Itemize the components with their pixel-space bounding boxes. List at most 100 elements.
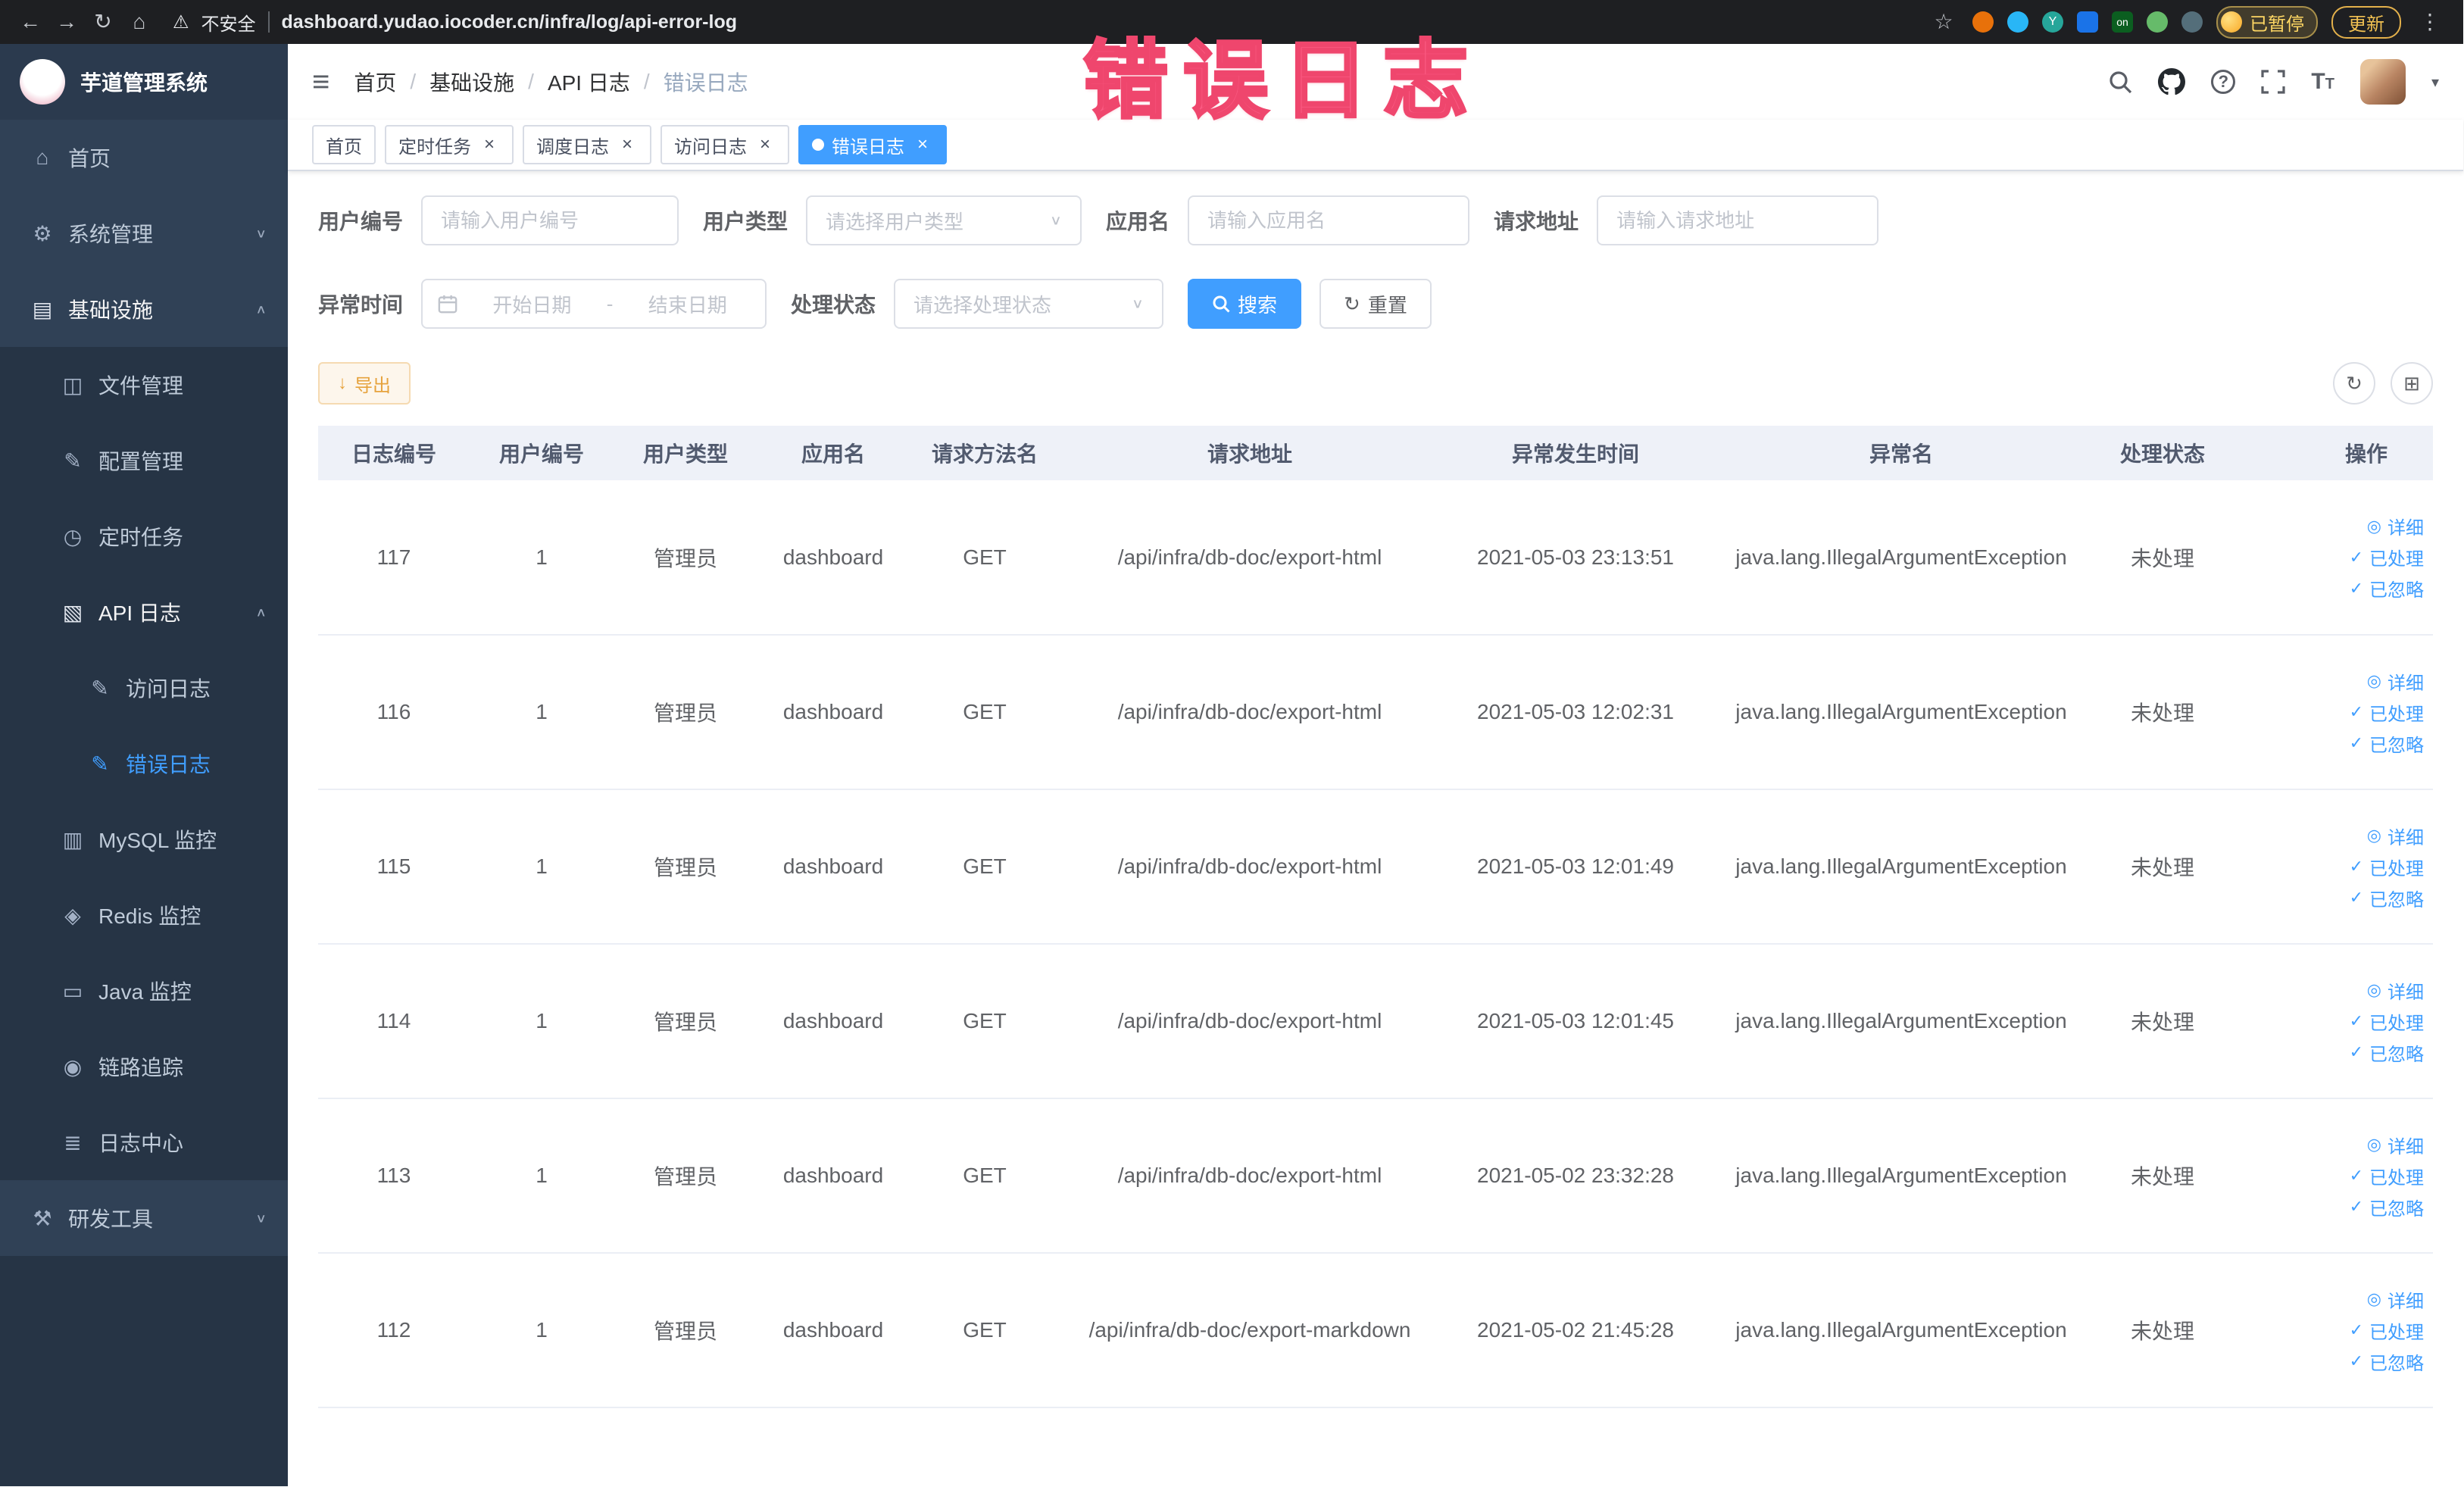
column-header: 日志编号 xyxy=(318,426,470,480)
mark-processed-link[interactable]: ✓ 已处理 xyxy=(2350,699,2424,726)
sidebar-item-log-center[interactable]: ≣ 日志中心 xyxy=(0,1104,288,1180)
mark-processed-link[interactable]: ✓ 已处理 xyxy=(2350,544,2424,570)
detail-link[interactable]: ◎ 详细 xyxy=(2367,513,2424,539)
view-tab[interactable]: 定时任务 × xyxy=(385,125,514,164)
sidebar-item-system-management[interactable]: ⚙ 系统管理 ∨ xyxy=(0,195,288,271)
detail-link[interactable]: ◎ 详细 xyxy=(2367,668,2424,695)
mark-processed-link[interactable]: ✓ 已处理 xyxy=(2350,1317,2424,1344)
browser-home-icon[interactable]: ⌂ xyxy=(124,0,155,44)
cell-time: 2021-05-02 21:45:28 xyxy=(1439,1253,1712,1408)
column-settings-button[interactable]: ⊞ xyxy=(2391,362,2433,405)
breadcrumb-item[interactable]: API 日志 xyxy=(548,67,630,97)
extension-on-badge[interactable]: on xyxy=(2112,11,2133,33)
bookmark-star-icon[interactable]: ☆ xyxy=(1928,0,1959,44)
profile-paused-badge[interactable]: 已暂停 xyxy=(2216,5,2318,39)
sidebar-item-error-log[interactable]: ✎ 错误日志 xyxy=(0,726,288,801)
app-name-input[interactable] xyxy=(1207,208,1451,233)
mark-ignored-link[interactable]: ✓ 已忽略 xyxy=(2350,1194,2424,1220)
user-menu-caret-icon[interactable]: ▾ xyxy=(2431,73,2439,92)
close-icon[interactable]: × xyxy=(617,134,638,155)
user-id-input[interactable] xyxy=(441,208,660,233)
user-type-select[interactable]: 请选择用户类型 ∨ xyxy=(806,195,1082,245)
github-icon[interactable] xyxy=(2158,68,2186,95)
end-date-input[interactable]: 结束日期 xyxy=(625,290,750,318)
detail-link[interactable]: ◎ 详细 xyxy=(2367,1286,2424,1313)
refresh-button[interactable]: ↻ xyxy=(2333,362,2375,405)
sidebar-item-label: 错误日志 xyxy=(126,753,211,776)
sidebar-item-redis-monitor[interactable]: ◈ Redis 监控 xyxy=(0,877,288,953)
detail-link[interactable]: ◎ 详细 xyxy=(2367,1132,2424,1158)
extension-icon[interactable] xyxy=(1972,11,1994,33)
view-tab[interactable]: 调度日志 × xyxy=(523,125,651,164)
back-icon[interactable]: ← xyxy=(15,0,45,44)
extension-icon[interactable] xyxy=(2147,11,2168,33)
mark-ignored-link[interactable]: ✓ 已忽略 xyxy=(2350,575,2424,601)
user-avatar[interactable] xyxy=(2359,59,2406,105)
browser-update-button[interactable]: 更新 xyxy=(2331,5,2401,39)
access-log-icon: ✎ xyxy=(91,676,109,700)
close-icon[interactable]: × xyxy=(479,134,500,155)
sidebar-item-api-logs[interactable]: ▧ API 日志 ∧ xyxy=(0,574,288,650)
security-warning-icon[interactable]: ⚠ xyxy=(173,11,189,33)
search-icon[interactable] xyxy=(2108,70,2132,94)
mark-processed-link[interactable]: ✓ 已处理 xyxy=(2350,854,2424,880)
extension-icon[interactable] xyxy=(2007,11,2028,33)
mark-processed-link[interactable]: ✓ 已处理 xyxy=(2350,1163,2424,1189)
reload-icon[interactable]: ↻ xyxy=(88,0,118,44)
mark-ignored-link[interactable]: ✓ 已忽略 xyxy=(2350,730,2424,757)
breadcrumb-item[interactable]: 基础设施 xyxy=(429,67,514,97)
action-label: 已忽略 xyxy=(2369,1198,2424,1220)
mysql-icon: ▥ xyxy=(62,827,83,851)
view-tab[interactable]: 错误日志 × xyxy=(798,125,947,164)
request-url-input[interactable] xyxy=(1616,208,1860,233)
sidebar-item-scheduled-jobs[interactable]: ◷ 定时任务 xyxy=(0,498,288,574)
sidebar-item-config-management[interactable]: ✎ 配置管理 xyxy=(0,423,288,498)
address-bar[interactable]: ⚠ 不安全 dashboard.yudao.iocoder.cn/infra/l… xyxy=(161,9,1922,36)
view-tab-label: 首页 xyxy=(326,136,362,158)
sidebar-item-label: 系统管理 xyxy=(68,223,154,246)
mark-processed-link[interactable]: ✓ 已处理 xyxy=(2350,1008,2424,1035)
check-icon: ✓ xyxy=(2349,702,2363,721)
breadcrumb-item[interactable]: 首页 xyxy=(354,67,396,97)
font-size-icon[interactable]: TT xyxy=(2311,69,2334,95)
export-button[interactable]: ↓ 导出 xyxy=(318,362,411,405)
search-button[interactable]: 搜索 xyxy=(1188,279,1302,329)
hamburger-icon[interactable]: ≡ xyxy=(312,65,329,99)
sidebar-item-infrastructure[interactable]: ▤ 基础设施 ∧ xyxy=(0,271,288,347)
view-tab[interactable]: 访问日志 × xyxy=(661,125,789,164)
reset-button[interactable]: ↻ 重置 xyxy=(1319,279,1432,329)
app-logo[interactable]: 芋道管理系统 xyxy=(0,44,288,120)
extension-icon[interactable]: Y xyxy=(2042,11,2063,33)
sidebar-item-mysql-monitor[interactable]: ▥ MySQL 监控 xyxy=(0,801,288,877)
browser-menu-icon[interactable]: ⋮ xyxy=(2415,0,2445,44)
sidebar-item-home[interactable]: ⌂ 首页 xyxy=(0,120,288,195)
detail-link[interactable]: ◎ 详细 xyxy=(2367,977,2424,1004)
sidebar-item-java-monitor[interactable]: ▭ Java 监控 xyxy=(0,953,288,1029)
sidebar-item-trace[interactable]: ◉ 链路追踪 xyxy=(0,1029,288,1104)
refresh-icon: ↻ xyxy=(2346,371,2363,395)
filter-exception-time: 异常时间 开始日期 - 结束日期 xyxy=(318,279,767,329)
process-status-select[interactable]: 请选择处理状态 ∨ xyxy=(894,279,1164,329)
mark-ignored-link[interactable]: ✓ 已忽略 xyxy=(2350,1039,2424,1066)
exception-time-range-picker[interactable]: 开始日期 - 结束日期 xyxy=(421,279,767,329)
action-label: 已处理 xyxy=(2369,858,2424,879)
extension-icon[interactable] xyxy=(2181,11,2203,33)
help-icon[interactable]: ? xyxy=(2211,70,2236,94)
fullscreen-icon[interactable] xyxy=(2261,70,2286,94)
close-icon[interactable]: × xyxy=(912,134,933,155)
detail-link[interactable]: ◎ 详细 xyxy=(2367,823,2424,849)
check-icon: ✓ xyxy=(2349,1320,2363,1339)
profile-paused-label: 已暂停 xyxy=(2250,14,2304,35)
view-tab[interactable]: 首页 xyxy=(312,125,376,164)
forward-icon[interactable]: → xyxy=(52,0,82,44)
extension-icon[interactable] xyxy=(2077,11,2098,33)
mark-ignored-link[interactable]: ✓ 已忽略 xyxy=(2350,885,2424,911)
cell-status: 未处理 xyxy=(2091,1098,2234,1254)
cell-user_type: 管理员 xyxy=(614,480,757,636)
start-date-input[interactable]: 开始日期 xyxy=(470,290,595,318)
sidebar-item-access-log[interactable]: ✎ 访问日志 xyxy=(0,650,288,726)
sidebar-item-dev-tools[interactable]: ⚒ 研发工具 ∨ xyxy=(0,1180,288,1256)
mark-ignored-link[interactable]: ✓ 已忽略 xyxy=(2350,1348,2424,1375)
sidebar-item-file-management[interactable]: ◫ 文件管理 xyxy=(0,347,288,423)
close-icon[interactable]: × xyxy=(754,134,776,155)
